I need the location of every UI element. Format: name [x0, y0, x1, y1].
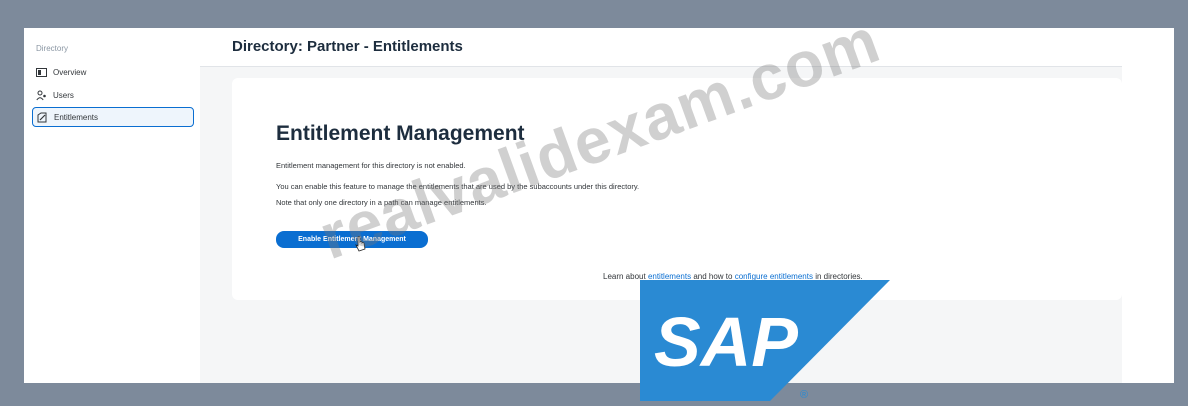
entitlements-icon [37, 112, 48, 123]
right-margin [1122, 28, 1174, 383]
sap-logo-text: SAP [654, 303, 798, 381]
registered-mark: ® [800, 389, 808, 401]
sidebar-item-overview[interactable]: Overview [32, 62, 194, 82]
sidebar-item-entitlements[interactable]: Entitlements [32, 107, 194, 127]
sidebar: Directory Overview Users Entitlements [24, 28, 201, 383]
sap-logo: SAP ® [640, 280, 890, 401]
page-title: Directory: Partner - Entitlements [232, 38, 463, 55]
sidebar-heading: Directory [36, 44, 69, 53]
page-header: Directory: Partner - Entitlements [200, 28, 1122, 67]
sidebar-item-users[interactable]: Users [32, 85, 194, 105]
app-window: Directory Overview Users Entitlements Di… [24, 28, 1174, 383]
sidebar-item-label: Entitlements [54, 112, 99, 122]
users-icon [36, 90, 47, 101]
sidebar-item-label: Users [53, 90, 74, 100]
sidebar-item-label: Overview [53, 67, 87, 77]
overview-icon [36, 67, 47, 78]
